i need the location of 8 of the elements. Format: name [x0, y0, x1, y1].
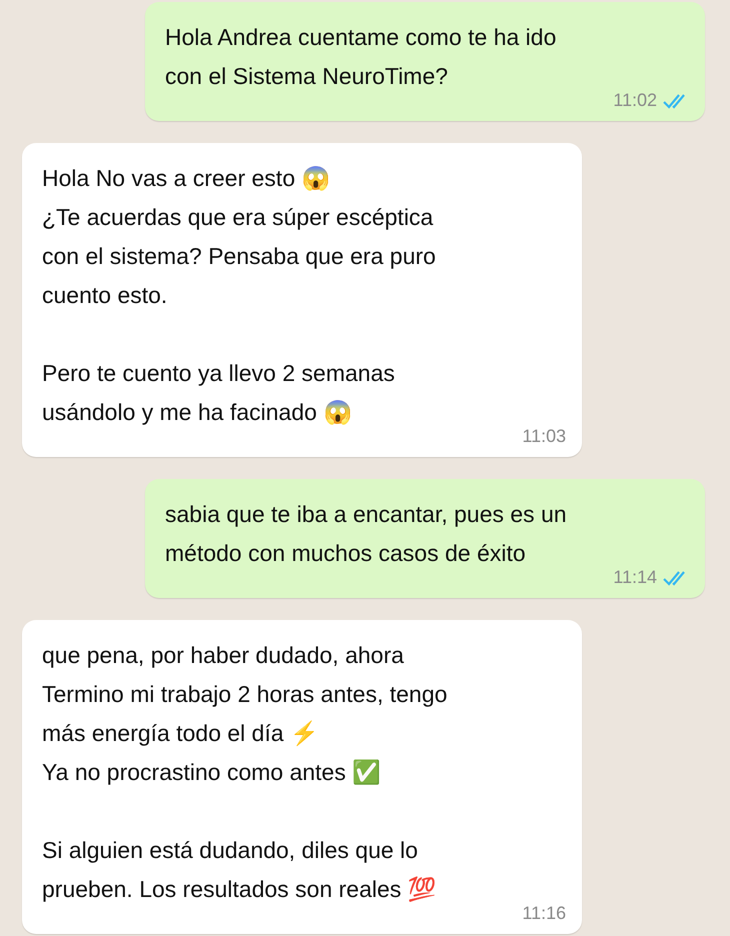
- message-text: Hola Andrea cuentame como te ha ido con el Sistema NeuroTime?: [165, 23, 558, 91]
- message-time: 11:14: [613, 567, 657, 588]
- message-text: sabia que te iba a encantar, pues es un método con muchos casos de éxito: [165, 500, 568, 568]
- message-time: 11:02: [613, 90, 657, 111]
- message-text: Hola No vas a creer esto 😱 ¿Te acuerdas que era súper escéptica con el sistema? Pensaba que era puro cuento esto. Pero te cuento ya llevo 2 semanas usándolo y me ha facinado 😱: [42, 164, 437, 427]
- message-text: que pena, por haber dudado, ahora Termino mi trabajo 2 horas antes, tengo más energía todo el día ⚡ Ya no procrastino como antes ✅ Si alguien está dudando, diles que lo prueben. Los resultados son reales 💯: [42, 641, 448, 904]
- message-time: 11:16: [522, 903, 566, 924]
- message-time: 11:03: [522, 426, 566, 447]
